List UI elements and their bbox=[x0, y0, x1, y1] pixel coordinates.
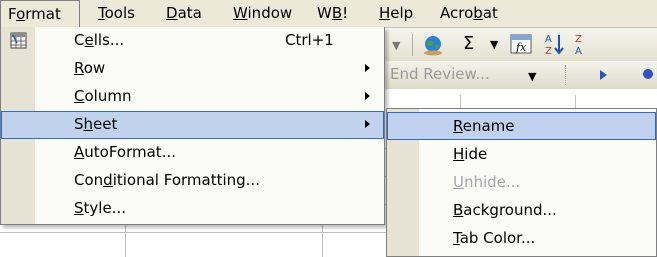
svg-text:A: A bbox=[575, 46, 582, 56]
mnemonic-letter: T bbox=[98, 4, 105, 22]
menu-item-label: AutoFormat... bbox=[74, 143, 176, 161]
svg-text:A: A bbox=[545, 34, 552, 45]
sheet-submenu: Rename Hide Unhide... Background... Tab … bbox=[386, 108, 657, 257]
submenu-item-background[interactable]: Background... bbox=[387, 196, 656, 224]
menu-data[interactable]: Data bbox=[166, 0, 202, 27]
menu-item-column[interactable]: Column bbox=[1, 83, 384, 111]
submenu-item-rename[interactable]: Rename bbox=[387, 112, 656, 140]
menu-item-cells[interactable]: Cells... Ctrl+1 bbox=[1, 27, 384, 55]
menu-item-style[interactable]: Style... bbox=[1, 195, 384, 223]
menu-item-label: Rename bbox=[453, 117, 515, 135]
menu-format[interactable]: Format bbox=[0, 0, 80, 27]
submenu-item-hide[interactable]: Hide bbox=[387, 140, 656, 168]
menu-label: Acrobat bbox=[440, 4, 498, 22]
mnemonic-letter: C bbox=[74, 87, 85, 105]
menu-item-shortcut: Ctrl+1 bbox=[285, 31, 334, 49]
mnemonic-letter: h bbox=[83, 115, 94, 133]
sort-ascending-icon[interactable]: AZ bbox=[544, 32, 566, 60]
format-menu: Cells... Ctrl+1 Row Column Sheet AutoFor… bbox=[0, 27, 385, 225]
mnemonic-letter: W bbox=[233, 4, 248, 22]
mnemonic-letter: T bbox=[453, 229, 460, 247]
menu-item-row[interactable]: Row bbox=[1, 55, 384, 83]
submenu-arrow-icon bbox=[365, 92, 370, 100]
mnemonic-letter: U bbox=[453, 173, 464, 191]
menu-label: WB! bbox=[317, 4, 349, 22]
mnemonic-letter: B bbox=[453, 201, 464, 219]
menu-label: Window bbox=[233, 4, 293, 22]
mnemonic-letter: H bbox=[453, 145, 465, 163]
mnemonic-letter: R bbox=[453, 117, 463, 135]
menu-label: Data bbox=[166, 4, 202, 22]
menu-item-autoformat[interactable]: AutoFormat... bbox=[1, 139, 384, 167]
submenu-arrow-icon bbox=[365, 64, 370, 72]
svg-text:fx: fx bbox=[515, 41, 527, 54]
toolbar-grip[interactable] bbox=[565, 65, 569, 85]
menu-item-label: Background... bbox=[453, 201, 557, 219]
menu-bar: Format Tools Data Window WB! Help Acroba… bbox=[0, 0, 657, 28]
research-globe-icon[interactable] bbox=[422, 34, 444, 60]
menu-item-label: Conditional Formatting... bbox=[74, 171, 260, 189]
menu-acrobat[interactable]: Acrobat bbox=[440, 0, 498, 27]
svg-text:Z: Z bbox=[545, 46, 552, 56]
menu-item-label: Tab Color... bbox=[453, 229, 536, 247]
menu-item-label: Row bbox=[74, 59, 106, 77]
mnemonic-letter: e bbox=[84, 31, 94, 49]
play-triangle-icon[interactable] bbox=[600, 70, 607, 80]
menu-window[interactable]: Window bbox=[233, 0, 292, 27]
menu-item-label: Cells... bbox=[74, 31, 125, 49]
mnemonic-letter: S bbox=[74, 199, 84, 217]
menu-item-conditional-formatting[interactable]: Conditional Formatting... bbox=[1, 167, 384, 195]
menu-label: Help bbox=[379, 4, 414, 22]
mnemonic-letter: H bbox=[379, 4, 391, 22]
toolbar-dropdown-arrow-icon[interactable]: ▼ bbox=[392, 39, 400, 52]
menu-item-label: Hide bbox=[453, 145, 488, 163]
menu-tools[interactable]: Tools bbox=[98, 0, 135, 27]
mnemonic-letter: B bbox=[331, 4, 343, 22]
end-review-button[interactable]: End Review... bbox=[390, 65, 490, 83]
menu-item-label: Style... bbox=[74, 199, 126, 217]
menu-item-label: Unhide... bbox=[453, 173, 521, 191]
sort-descending-icon[interactable]: ZA bbox=[574, 32, 596, 60]
menu-wb[interactable]: WB! bbox=[317, 0, 348, 27]
mnemonic-letter: R bbox=[74, 59, 84, 77]
function-wizard-icon[interactable]: fx bbox=[510, 33, 532, 59]
autosum-icon[interactable]: Σ bbox=[463, 33, 474, 54]
end-review-dropdown-icon[interactable]: ▼ bbox=[528, 70, 536, 83]
format-cells-icon bbox=[10, 32, 27, 49]
submenu-item-unhide: Unhide... bbox=[387, 168, 656, 196]
mnemonic-letter: D bbox=[166, 4, 178, 22]
standard-toolbar: ▼ Σ ▼ fx AZ ZA bbox=[380, 28, 657, 61]
menu-label: Tools bbox=[98, 4, 135, 22]
mnemonic-letter: b bbox=[473, 4, 483, 22]
menu-label: Format bbox=[8, 5, 61, 23]
submenu-arrow-icon bbox=[365, 120, 370, 128]
menu-help[interactable]: Help bbox=[379, 0, 413, 27]
toolbar-separator bbox=[412, 34, 413, 56]
mnemonic-letter: d bbox=[103, 171, 113, 189]
menu-item-label: Sheet bbox=[74, 115, 118, 133]
menu-item-label: Column bbox=[74, 87, 132, 105]
mnemonic-letter: A bbox=[74, 143, 85, 161]
menu-item-sheet[interactable]: Sheet bbox=[1, 111, 384, 139]
svg-text:Z: Z bbox=[575, 34, 582, 45]
mnemonic-letter: o bbox=[16, 5, 26, 23]
submenu-item-tab-color[interactable]: Tab Color... bbox=[387, 224, 656, 252]
blue-dot-icon[interactable] bbox=[643, 69, 653, 79]
autosum-dropdown-icon[interactable]: ▼ bbox=[490, 38, 498, 51]
